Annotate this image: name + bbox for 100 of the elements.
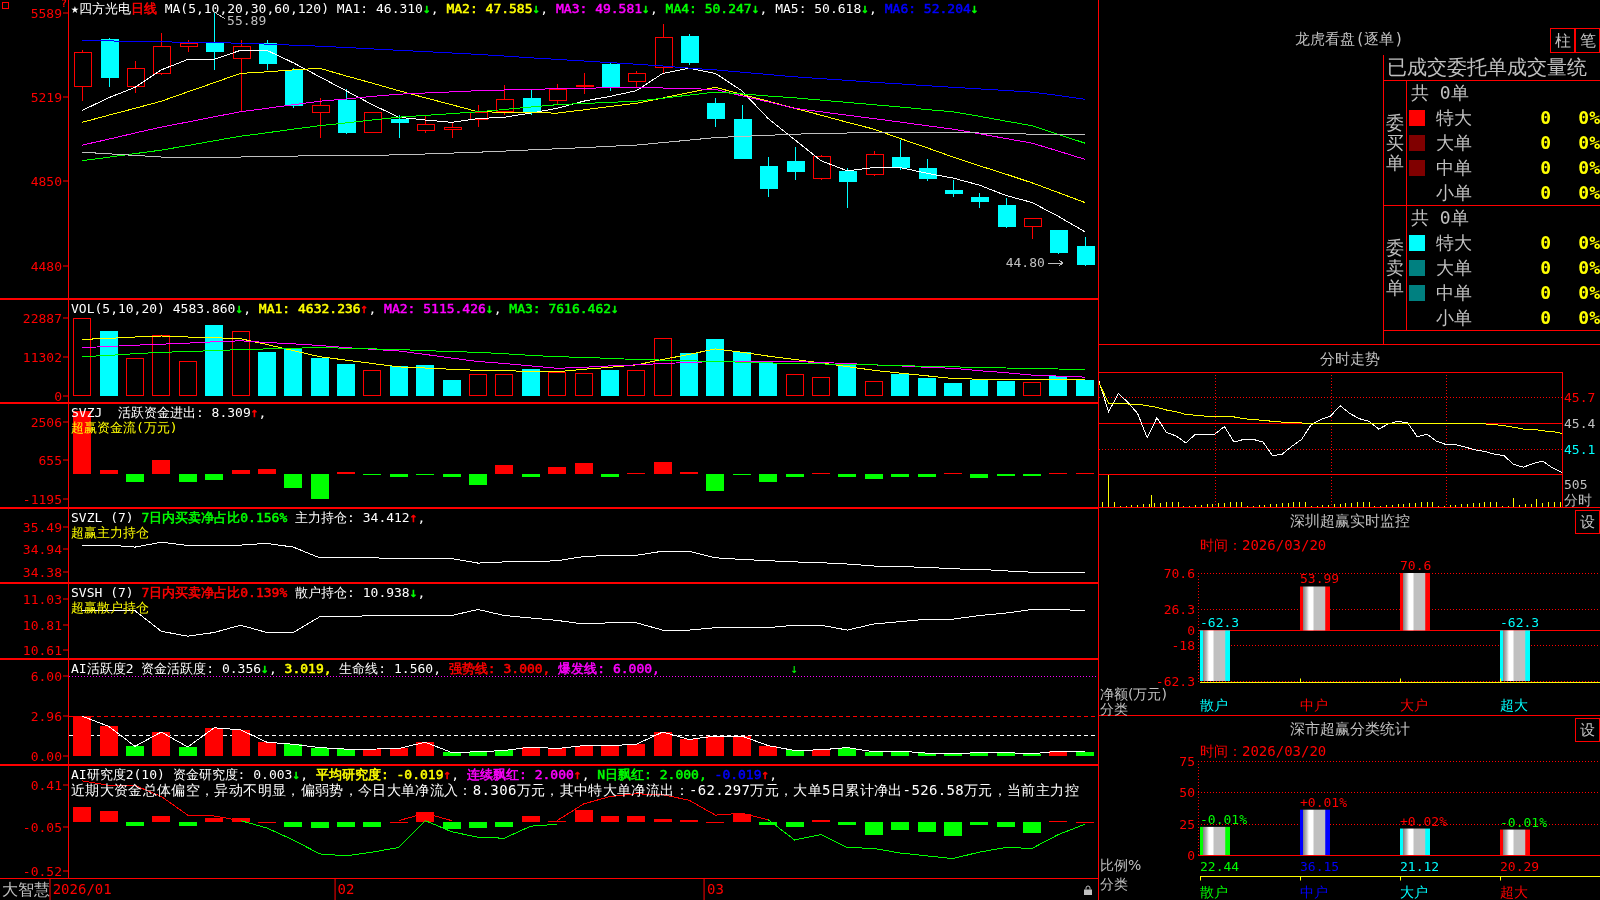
table-title: 已成交委托单成交量统: [1384, 55, 1600, 81]
candle-wick: [320, 97, 321, 139]
help-mark[interactable]: ?: [60, 0, 67, 7]
panel-title: 深市超赢分类统计: [1289, 720, 1410, 738]
axis-label: 0: [1187, 623, 1195, 639]
axis-label: 2506: [30, 416, 62, 428]
date-label: 03: [707, 881, 724, 898]
candle-wick: [795, 146, 796, 181]
order-share: 0%: [1578, 181, 1600, 203]
candle-body: [944, 189, 963, 194]
axis-label: 0.00: [30, 750, 62, 762]
brand-label: 大智慧: [2, 881, 50, 899]
category-label: 超大: [1500, 884, 1528, 900]
candle-body: [126, 67, 145, 88]
candle-body: [575, 85, 594, 88]
bar-value-label: 53.99: [1300, 571, 1340, 587]
order-share: 0%: [1578, 306, 1600, 328]
candle-body: [363, 111, 382, 133]
axis-label: 4850: [30, 175, 62, 187]
volume-axis-label: 505: [1564, 478, 1588, 491]
candle-body: [759, 166, 778, 189]
candle-body: [100, 39, 119, 79]
order-count: 0: [1540, 107, 1551, 129]
candle-wick: [584, 72, 585, 95]
order-share: 0%: [1578, 132, 1600, 153]
price-axis-label: 45.7: [1564, 390, 1596, 404]
order-count: 0: [1540, 156, 1551, 178]
candle-wick: [399, 114, 400, 139]
bar-value-label: 20.29: [1500, 859, 1540, 874]
axis-label: -0.05: [22, 821, 62, 833]
order-size-label: 小单: [1436, 306, 1472, 328]
candle-wick: [504, 84, 505, 116]
bar-value-label: 21.12: [1400, 859, 1440, 874]
candle-body: [1023, 217, 1042, 227]
candle-body: [469, 111, 488, 120]
axis-label: 0.41: [30, 779, 62, 790]
indicator-legend: AI活跃度2 资金活跃度: 0.356↓, 3.019, 生命线: 1.560, 强势线: 3.000, 爆发线: 6.000,: [71, 661, 660, 676]
order-size-label: 大单: [1436, 257, 1472, 278]
candle-body: [416, 124, 435, 132]
candle-wick: [214, 12, 215, 71]
candle-body: [443, 127, 462, 130]
settings-button[interactable]: 设: [1575, 718, 1600, 742]
indicator-legend: VOL(5,10,20) 4583.860↓, MA1: 4632.236↑, MA2: 5115.426↓, MA3: 7616.462↓: [71, 301, 619, 316]
time-label: 时间：2026/03/20: [1200, 537, 1327, 553]
bar-value-label: -62.3: [1200, 615, 1240, 631]
candle-body: [152, 46, 171, 75]
change-label: -0.01%: [1200, 811, 1247, 827]
axis-label: 11302: [22, 351, 62, 363]
order-share: 0%: [1578, 281, 1600, 303]
candle-body: [812, 156, 831, 179]
axis-label: -0.52: [22, 865, 62, 877]
time-label: 时间：2026/03/20: [1200, 743, 1327, 759]
arrow-icon: [1047, 259, 1064, 267]
group-label: 委卖单: [1386, 238, 1404, 298]
indicator-title: 超赢主力持仓: [71, 525, 149, 540]
order-size-label: 特大: [1436, 107, 1472, 129]
axis-label: 0: [1187, 848, 1195, 863]
axis-label: 5219: [30, 91, 62, 103]
axis-label: 6.00: [30, 670, 62, 682]
order-size-label: 大单: [1436, 132, 1472, 153]
date-label: 02: [337, 881, 355, 898]
candle-wick: [1006, 197, 1007, 229]
candle-body: [680, 36, 699, 63]
axis-label: 0: [54, 390, 62, 402]
signal-arrow: ↓: [790, 661, 799, 676]
axis-label: 5589: [30, 7, 62, 19]
candle-body: [179, 43, 198, 47]
candle-body: [258, 43, 277, 65]
order-count: 0: [1540, 181, 1551, 203]
panel-title: 龙虎看盘(逐单): [1295, 30, 1404, 50]
lock-icon[interactable]: [1084, 885, 1092, 895]
group-label: 委买单: [1386, 113, 1404, 173]
candle-body: [627, 73, 646, 83]
candle-body: [390, 118, 409, 123]
candle-body: [733, 118, 752, 159]
candle-body: [205, 43, 224, 53]
candle-body: [337, 99, 356, 133]
candle-body: [786, 160, 805, 172]
axis-label: -1195: [22, 493, 62, 505]
category-label: 散户: [1200, 884, 1228, 900]
candle-wick: [135, 60, 136, 94]
axis-label: 22887: [22, 312, 62, 324]
category-label: 中户: [1300, 697, 1328, 713]
candle-body: [311, 104, 330, 114]
view-toggle-button[interactable]: 笔: [1575, 28, 1600, 53]
group-total: 共 0单: [1411, 82, 1469, 103]
candle-wick: [1085, 236, 1086, 267]
view-toggle-button[interactable]: 柱: [1550, 28, 1575, 53]
axis-label: 75: [1179, 754, 1195, 769]
candle-wick: [847, 167, 848, 209]
order-size-label: 特大: [1436, 232, 1472, 254]
category-label: 大户: [1400, 884, 1428, 900]
order-size-label: 中单: [1436, 156, 1472, 178]
square-icon[interactable]: [2, 2, 9, 9]
candle-body: [997, 204, 1016, 227]
candle-body: [73, 52, 92, 88]
settings-button[interactable]: 设: [1575, 510, 1600, 534]
change-label: -0.01%: [1500, 814, 1547, 830]
panel-title: 深圳超赢实时监控: [1289, 512, 1410, 530]
candle-body: [522, 97, 541, 114]
